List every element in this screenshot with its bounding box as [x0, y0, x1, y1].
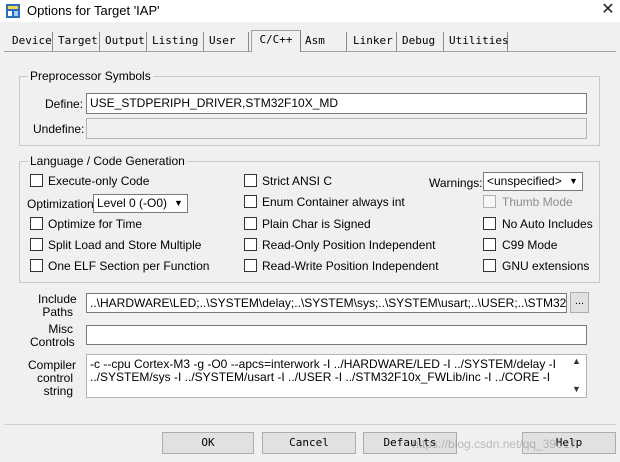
misc-controls-input[interactable]	[86, 325, 587, 345]
c99-label: C99 Mode	[502, 238, 558, 252]
include-label-2: Paths	[42, 305, 73, 319]
include-label-1: Include	[38, 292, 77, 306]
scroll-up-icon[interactable]: ▲	[572, 356, 581, 366]
optimize-time-label: Optimize for Time	[48, 217, 143, 231]
compiler-label-3: string	[43, 384, 73, 398]
execute-only-checkbox[interactable]	[30, 174, 43, 187]
optimization-label: Optimization:	[27, 197, 98, 211]
compiler-label-1: Compiler	[28, 358, 77, 372]
no-auto-includes-label: No Auto Includes	[502, 217, 593, 231]
tab-device[interactable]: Device	[8, 32, 53, 51]
cancel-button[interactable]: Cancel	[262, 432, 356, 454]
tab-output[interactable]: Output	[101, 32, 147, 51]
misc-label-1: Misc	[48, 322, 73, 336]
compiler-label-2: control	[36, 371, 73, 385]
enum-container-checkbox[interactable]	[244, 195, 257, 208]
window-title: Options for Target 'IAP'	[27, 3, 160, 18]
ro-pos-checkbox[interactable]	[244, 238, 257, 251]
rw-pos-checkbox[interactable]	[244, 259, 257, 272]
thumb-mode-label: Thumb Mode	[502, 195, 573, 209]
one-elf-checkbox[interactable]	[30, 259, 43, 272]
include-paths-input[interactable]: ..\HARDWARE\LED;..\SYSTEM\delay;..\SYSTE…	[86, 293, 567, 313]
preprocessor-group-title: Preprocessor Symbols	[28, 69, 153, 83]
rw-pos-label: Read-Write Position Independent	[262, 259, 439, 273]
undefine-input[interactable]	[86, 118, 587, 139]
tab-target[interactable]: Target	[54, 32, 100, 51]
define-label: Define:	[45, 97, 84, 111]
strict-ansi-checkbox[interactable]	[244, 174, 257, 187]
no-auto-includes-checkbox[interactable]	[483, 217, 496, 230]
language-group-title: Language / Code Generation	[28, 154, 187, 168]
misc-label-2: Controls	[30, 335, 75, 349]
ro-pos-label: Read-Only Position Independent	[262, 238, 436, 252]
tab-divider	[4, 51, 616, 52]
bottom-divider	[4, 424, 616, 425]
gnu-ext-label: GNU extensions	[502, 259, 590, 273]
ok-button[interactable]: OK	[162, 432, 254, 454]
optimize-time-checkbox[interactable]	[30, 217, 43, 230]
tab-listing[interactable]: Listing	[148, 32, 204, 51]
split-load-checkbox[interactable]	[30, 238, 43, 251]
plain-char-checkbox[interactable]	[244, 217, 257, 230]
tab-asm[interactable]: Asm	[301, 32, 347, 51]
plain-char-label: Plain Char is Signed	[262, 217, 371, 231]
optimization-select[interactable]: Level 0 (-O0) ▼	[93, 194, 188, 213]
define-input[interactable]: USE_STDPERIPH_DRIVER,STM32F10X_MD	[86, 93, 587, 114]
strict-ansi-label: Strict ANSI C	[262, 174, 333, 188]
defaults-button[interactable]: Defaults	[363, 432, 457, 454]
help-button[interactable]: Help	[522, 432, 616, 454]
close-icon[interactable]: ✕	[598, 0, 618, 20]
execute-only-label: Execute-only Code	[48, 174, 150, 188]
split-load-label: Split Load and Store Multiple	[48, 238, 202, 252]
one-elf-label: One ELF Section per Function	[48, 259, 210, 273]
tab-utilities[interactable]: Utilities	[445, 32, 509, 51]
warnings-value: <unspecified>	[487, 174, 562, 188]
keil-app-icon	[6, 4, 20, 18]
optimization-value: Level 0 (-O0)	[97, 196, 168, 210]
tab-debug[interactable]: Debug	[398, 32, 444, 51]
chevron-down-icon: ▼	[171, 196, 186, 211]
scroll-down-icon[interactable]: ▼	[572, 384, 581, 394]
include-browse-button[interactable]: ...	[570, 292, 589, 313]
tab-user[interactable]: User	[205, 32, 249, 51]
c99-checkbox[interactable]	[483, 238, 496, 251]
compiler-control-text[interactable]: -c --cpu Cortex-M3 -g -O0 --apcs=interwo…	[86, 354, 587, 398]
undefine-label: Undefine:	[33, 122, 85, 136]
tab-linker[interactable]: Linker	[349, 32, 397, 51]
warnings-select[interactable]: <unspecified> ▼	[483, 172, 583, 191]
warnings-label: Warnings:	[429, 176, 483, 190]
enum-container-label: Enum Container always int	[262, 195, 405, 209]
chevron-down-icon: ▼	[566, 174, 581, 189]
tab-cpp[interactable]: C/C++	[251, 30, 301, 52]
thumb-mode-checkbox[interactable]	[483, 195, 496, 208]
gnu-ext-checkbox[interactable]	[483, 259, 496, 272]
